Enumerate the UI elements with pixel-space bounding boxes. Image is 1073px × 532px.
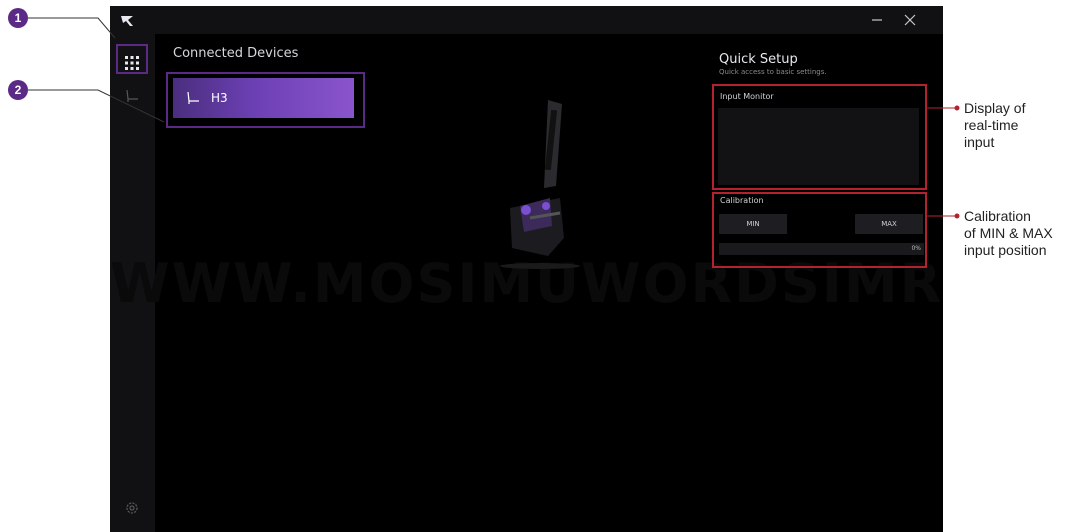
callout-display-line-1: Display of <box>964 100 1026 116</box>
callout-calibration-note: Calibration of MIN & MAX input position <box>964 208 1053 259</box>
callout-calibration-line-2: of MIN & MAX <box>964 225 1053 241</box>
callout-display-line-2: real-time <box>964 117 1019 133</box>
callout-display-note: Display of real-time input <box>964 100 1025 151</box>
callout-marker-2: 2 <box>8 80 28 100</box>
callout-lines <box>28 17 960 219</box>
callout-display-line-3: input <box>964 134 995 150</box>
callout-calibration-line-1: Calibration <box>964 208 1031 224</box>
callout-calibration-line-3: input position <box>964 242 1047 258</box>
callout-marker-1: 1 <box>8 8 28 28</box>
